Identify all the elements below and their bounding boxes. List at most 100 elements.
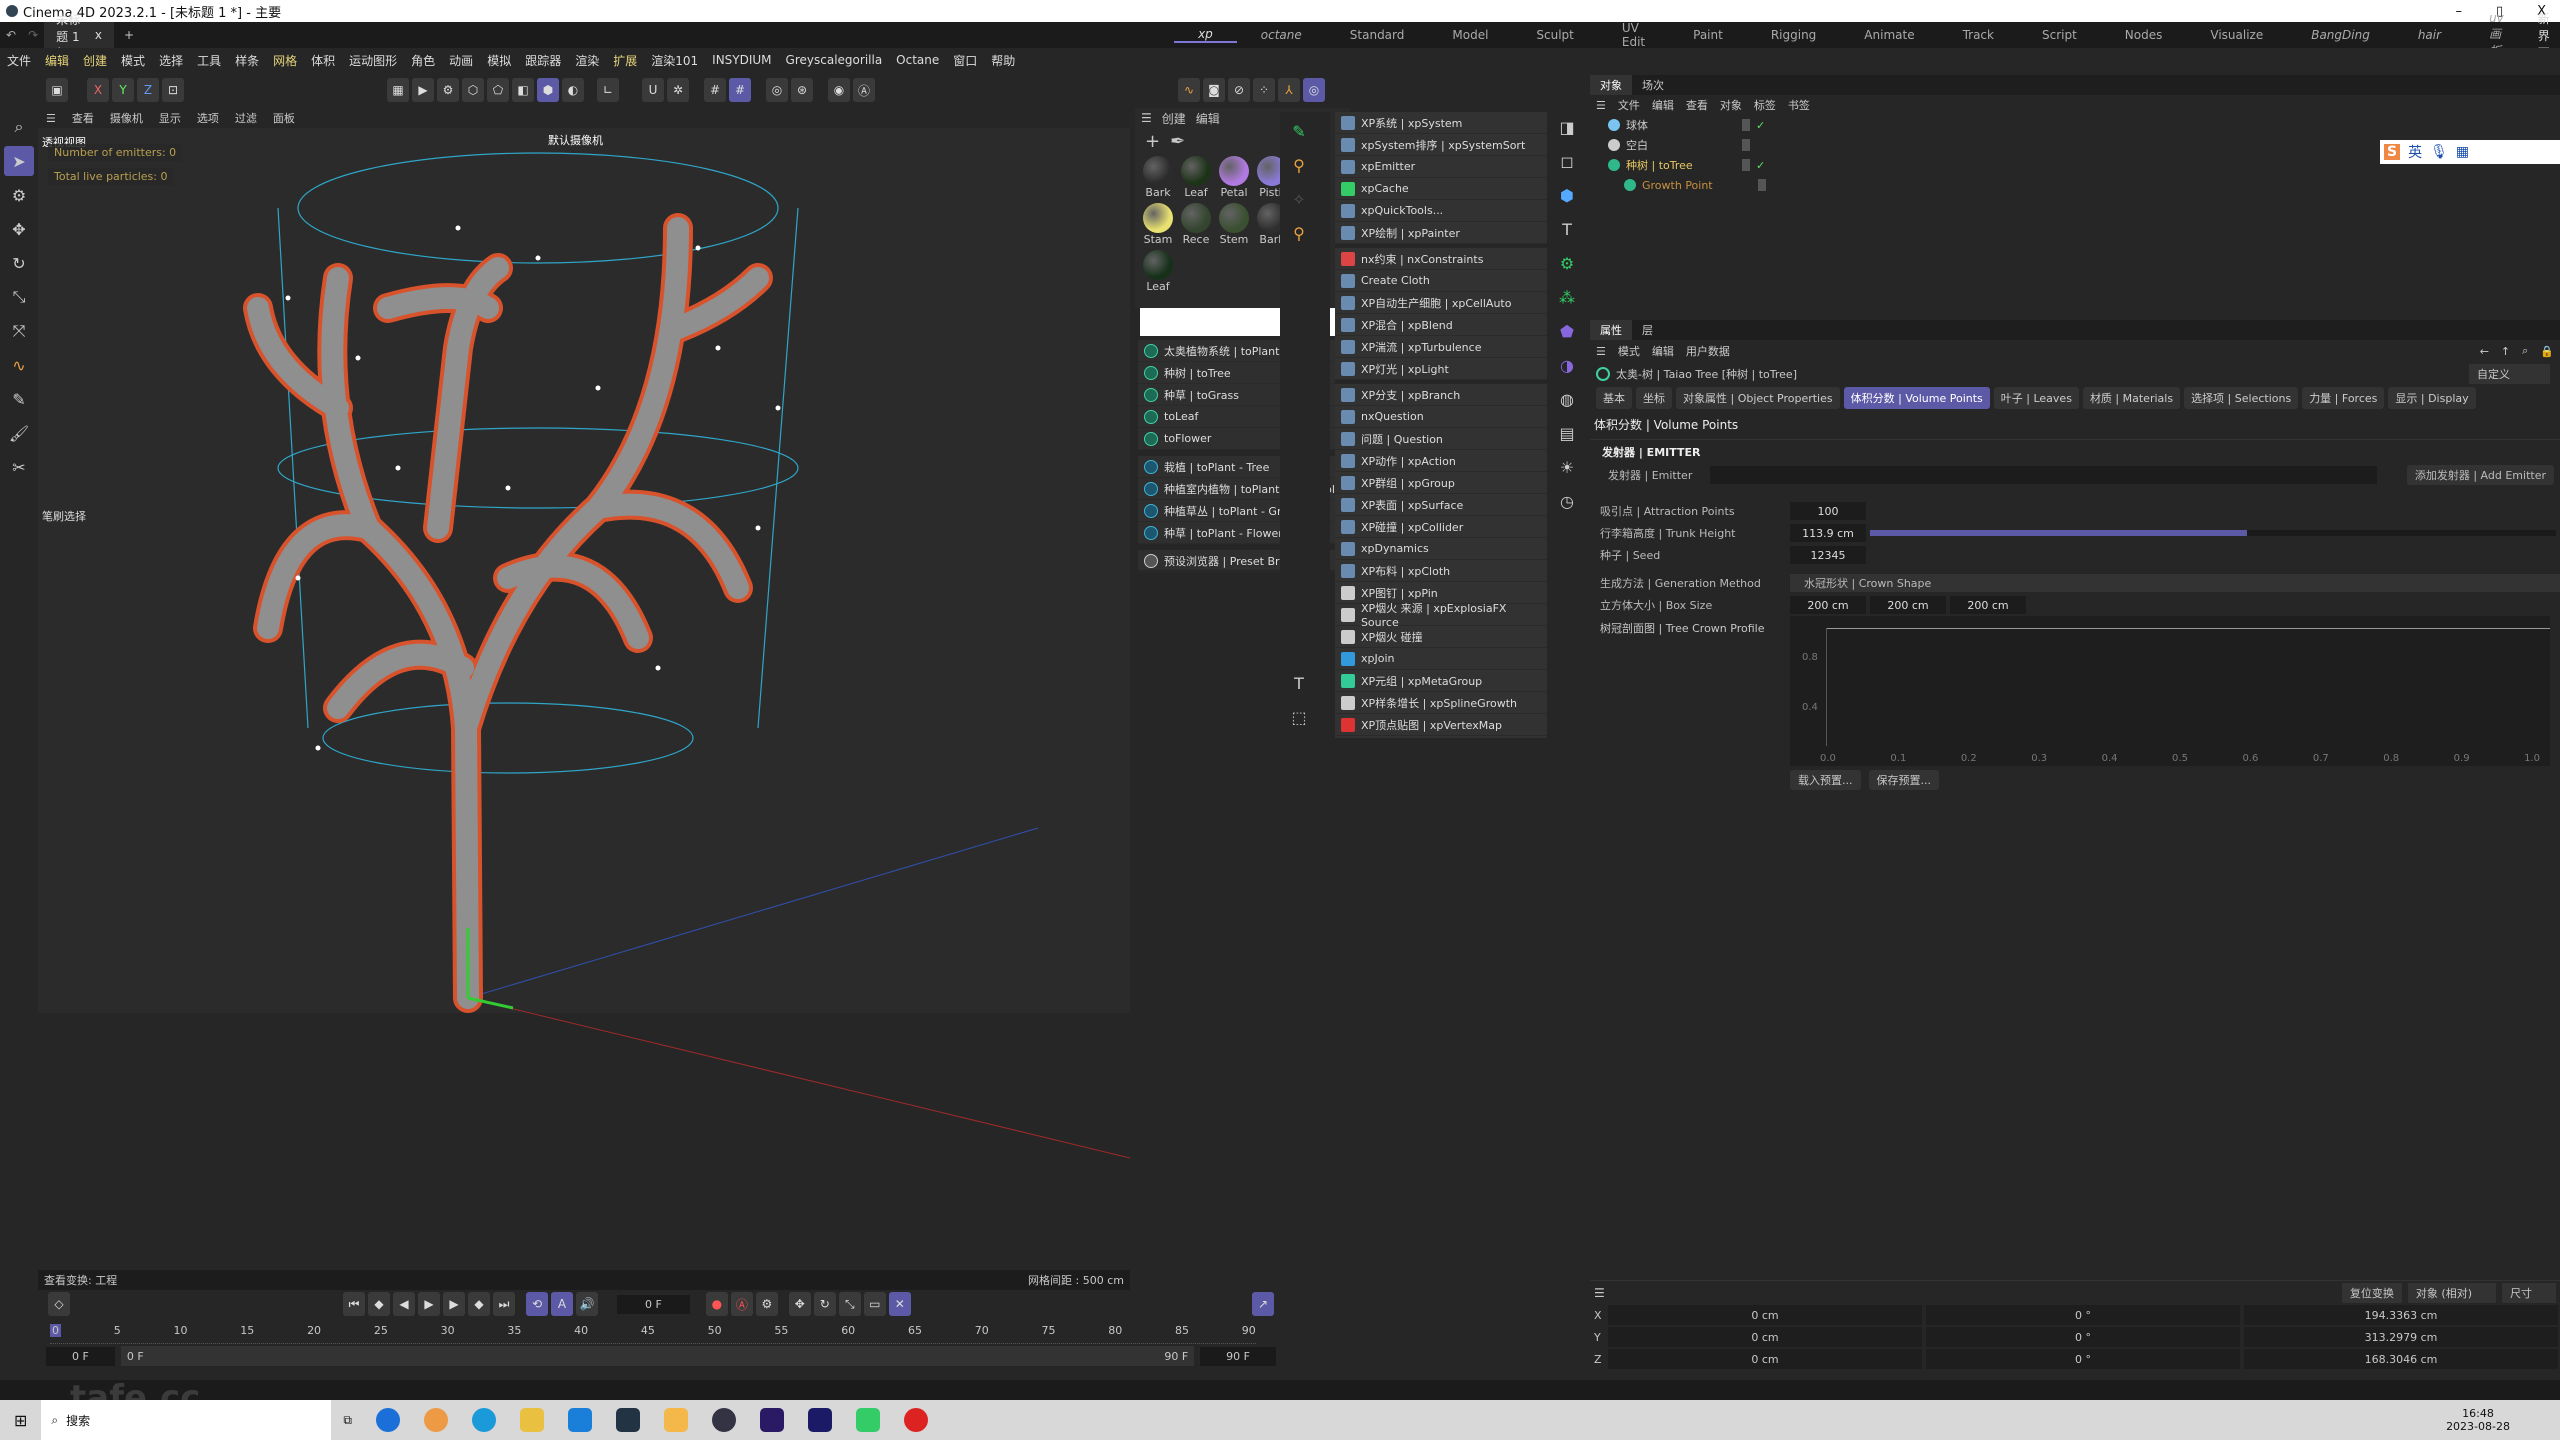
visibility-toggle[interactable] — [1742, 159, 1750, 171]
points-mode-icon[interactable]: ⬠ — [487, 78, 509, 102]
tab-attributes[interactable]: 属性 — [1590, 320, 1632, 340]
menu-item[interactable]: 文件 — [0, 52, 38, 69]
move-tool-icon[interactable]: ✥ — [4, 214, 34, 244]
wechat-icon[interactable] — [855, 1408, 880, 1432]
layout-tab[interactable]: hair — [2394, 28, 2465, 42]
prev-key-icon[interactable]: ◆ — [368, 1292, 390, 1316]
viewport[interactable]: ☰ 查看 摄像机 显示 选项 过滤 面板 透视视图 默认摄像机 Number of emit… — [38, 108, 1130, 1290]
menu-icon[interactable]: ☰ — [1590, 99, 1612, 112]
menu-item[interactable]: 帮助 — [984, 52, 1022, 69]
property-tab[interactable]: 选择项 | Selections — [2184, 387, 2299, 409]
menu-item[interactable]: XP布料 | xpCloth — [1335, 560, 1547, 582]
record-icon[interactable]: ● — [705, 1292, 728, 1316]
property-tab[interactable]: 力量 | Forces — [2302, 387, 2385, 409]
deformer-icon[interactable]: ⬟ — [1552, 316, 1582, 346]
ime-toolbar[interactable]: S 英 🎙 ▦ — [2380, 140, 2560, 164]
mat-menu-edit[interactable]: 编辑 — [1196, 110, 1220, 127]
layout-tab[interactable]: BangDing — [2287, 28, 2394, 42]
polygons-mode-icon[interactable]: ⬢ — [537, 78, 559, 102]
edges-mode-icon[interactable]: ◧ — [512, 78, 534, 102]
rotate-tool-icon[interactable]: ↻ — [4, 248, 34, 278]
start-frame-field[interactable]: 0 F — [46, 1346, 115, 1366]
up-icon[interactable]: ↑ — [2495, 345, 2516, 358]
render-settings-icon[interactable]: ⚙ — [437, 78, 459, 102]
keyset-icon[interactable]: ⚙ — [755, 1292, 778, 1316]
xp-paint-icon[interactable]: ✧ — [1284, 184, 1314, 214]
go-end-icon[interactable]: ⏭ — [493, 1292, 515, 1316]
cube-icon[interactable]: ◨ — [1552, 112, 1582, 142]
menu-item[interactable]: XP烟火 来源 | xpExplosiaFX Source — [1335, 602, 1547, 629]
menu-item[interactable]: 渲染101 — [644, 52, 705, 69]
workplane-icon[interactable]: # — [729, 78, 751, 102]
rotation-field[interactable]: 0 ° — [1926, 1305, 2240, 1325]
redo-icon[interactable]: ↷ — [22, 28, 44, 42]
menu-item[interactable]: XP分支 | xpBranch — [1335, 384, 1547, 406]
square-icon[interactable]: ◻ — [1552, 146, 1582, 176]
prev-frame-icon[interactable]: ◀ — [393, 1292, 415, 1316]
selection-box-icon[interactable]: ⬚ — [1284, 702, 1314, 732]
property-tab[interactable]: 坐标 — [1636, 387, 1672, 409]
menu-item[interactable]: XP湍流 | xpTurbulence — [1335, 336, 1547, 358]
menu-item[interactable]: 体积 — [304, 52, 342, 69]
enabled-check-icon[interactable]: ✓ — [1756, 159, 1765, 172]
speed-icon[interactable]: ◷ — [1552, 486, 1582, 516]
menu-item[interactable]: XP碰撞 | xpCollider — [1335, 516, 1547, 538]
attribute-menu-item[interactable]: 用户数据 — [1680, 343, 1736, 359]
coordinate-mode-dropdown[interactable]: 对象 (相对) — [2407, 1282, 2496, 1303]
object-menu-item[interactable]: 标签 — [1748, 97, 1782, 113]
tab-layers[interactable]: 层 — [1632, 320, 1663, 340]
material-swatch[interactable]: Bark — [1141, 156, 1175, 199]
explorer-icon[interactable] — [519, 1408, 544, 1432]
disable-icon[interactable]: ⊘ — [1228, 78, 1250, 102]
app-icon[interactable] — [615, 1408, 640, 1432]
menu-item[interactable]: 编辑 — [38, 52, 76, 69]
grid-icon[interactable]: # — [704, 78, 726, 102]
scene-icon[interactable]: ◍ — [1552, 384, 1582, 414]
layout-tab[interactable]: Track — [1939, 28, 2018, 42]
pos-key-icon[interactable]: ✥ — [788, 1292, 811, 1316]
search-icon[interactable]: ⌕ — [2516, 344, 2534, 358]
menu-item[interactable]: 选择 — [152, 52, 190, 69]
layout-tab[interactable]: Standard — [1326, 28, 1429, 42]
add-tab-button[interactable]: + — [114, 28, 144, 42]
rotation-field[interactable]: 0 ° — [1926, 1349, 2240, 1369]
gear-green-icon[interactable]: ⚙ — [1552, 248, 1582, 278]
param-key-icon[interactable]: ▭ — [863, 1292, 886, 1316]
camera-icon[interactable]: ◙ — [1203, 78, 1225, 102]
position-field[interactable]: 0 cm — [1608, 1327, 1922, 1347]
undo-icon[interactable]: ↶ — [0, 28, 22, 42]
property-tab[interactable]: 材质 | Materials — [2082, 387, 2181, 409]
axis-icon[interactable]: ∟ — [597, 78, 619, 102]
premiere-icon[interactable] — [759, 1408, 784, 1432]
model-mode-icon[interactable]: ⬡ — [462, 78, 484, 102]
load-preset-button[interactable]: 载入预置... — [1790, 770, 1861, 790]
menu-item[interactable]: Octane — [889, 53, 946, 67]
menu-item[interactable]: nx约束 | nxConstraints — [1335, 248, 1547, 270]
box-size-z[interactable]: 200 cm — [1950, 596, 2026, 614]
property-tab[interactable]: 体积分数 | Volume Points — [1843, 387, 1990, 409]
xp-pin-icon[interactable]: ⚲ — [1284, 150, 1314, 180]
recorder-icon[interactable] — [903, 1408, 928, 1432]
add-material-icon[interactable]: + — [1145, 131, 1160, 152]
rotation-field[interactable]: 0 ° — [1926, 1327, 2240, 1347]
emitter-link-field[interactable] — [1710, 466, 2377, 484]
xp-link-icon[interactable]: ⚲ — [1284, 218, 1314, 248]
lock-y-button[interactable]: Y — [112, 78, 134, 102]
menu-item[interactable]: xpSystem排序 | xpSystemSort — [1335, 134, 1547, 156]
menu-item[interactable]: XP样条增长 | xpSplineGrowth — [1335, 692, 1547, 714]
menu-item[interactable]: xpEmitter — [1335, 156, 1547, 178]
frame-range-bar[interactable]: 0 F 90 F — [120, 1346, 1195, 1366]
size-field[interactable]: 194.3363 cm — [2244, 1305, 2558, 1325]
close-tab-icon[interactable]: x — [95, 28, 102, 42]
object-menu-item[interactable]: 查看 — [1680, 97, 1714, 113]
box-size-x[interactable]: 200 cm — [1790, 596, 1866, 614]
rot-key-icon[interactable]: ↻ — [813, 1292, 836, 1316]
menu-item[interactable]: xpDynamics — [1335, 538, 1547, 560]
lock-x-button[interactable]: X — [87, 78, 109, 102]
menu-item[interactable]: 运动图形 — [342, 52, 404, 69]
layout-tab[interactable]: xp — [1174, 27, 1237, 43]
document-tab[interactable]: 未标题 1 *x — [44, 13, 114, 59]
menu-item[interactable]: xpJoin — [1335, 648, 1547, 670]
preset-dropdown[interactable]: 自定义 — [2469, 364, 2550, 384]
object-menu-item[interactable]: 对象 — [1714, 97, 1748, 113]
